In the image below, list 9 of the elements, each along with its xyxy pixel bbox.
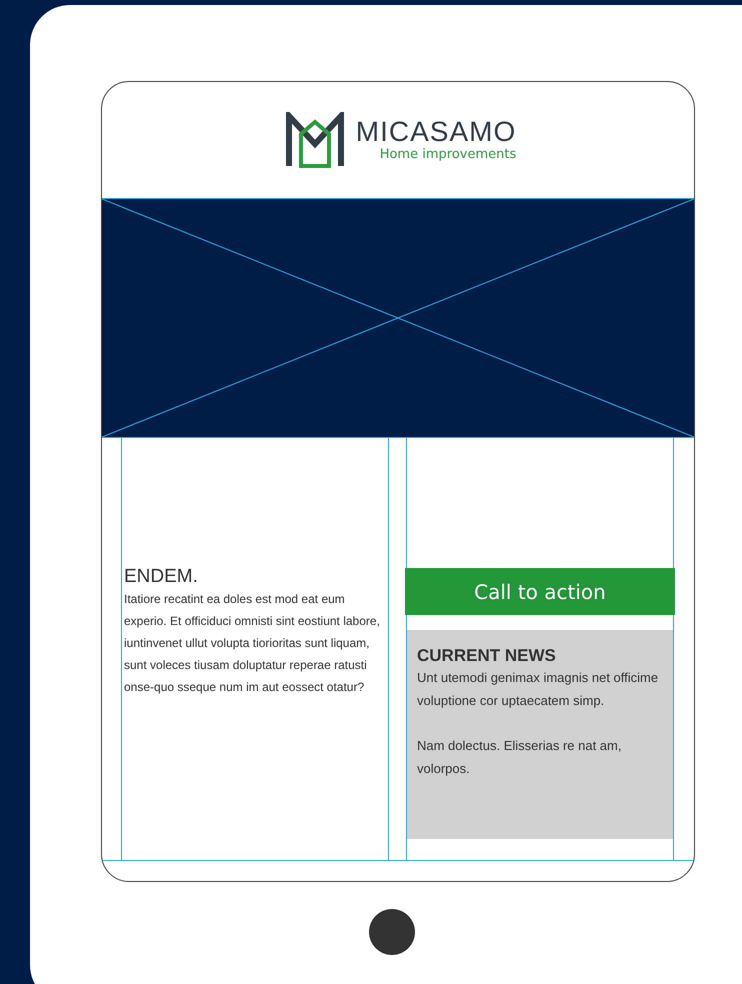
call-to-action-button[interactable]: Call to action (405, 568, 675, 615)
news-paragraph: Nam dolectus. Elisserias re nat am, volorpos. (417, 737, 622, 778)
brand-tagline: Home improvements (380, 147, 516, 163)
news-paragraph: Unt utemodi genimax imagnis net officime voluptione cor uptaecatem simp. (417, 669, 660, 710)
section-heading: ENDEM. (124, 566, 199, 588)
brand-name: MICASAMO (356, 117, 516, 147)
home-button[interactable] (369, 909, 415, 955)
intro-paragraph: Itatiore recatint ea doles est mod eat eum experio. Et officiduci omnisti sint eostiunt labore, iuntinvenet ullut volupta tiorioritas sunt liquam, sunt voleces tiusam doluptatur reperae ratusti onse-quo sseque num im aut eossect otatur? (124, 591, 381, 696)
news-heading: CURRENT NEWS (417, 646, 557, 666)
